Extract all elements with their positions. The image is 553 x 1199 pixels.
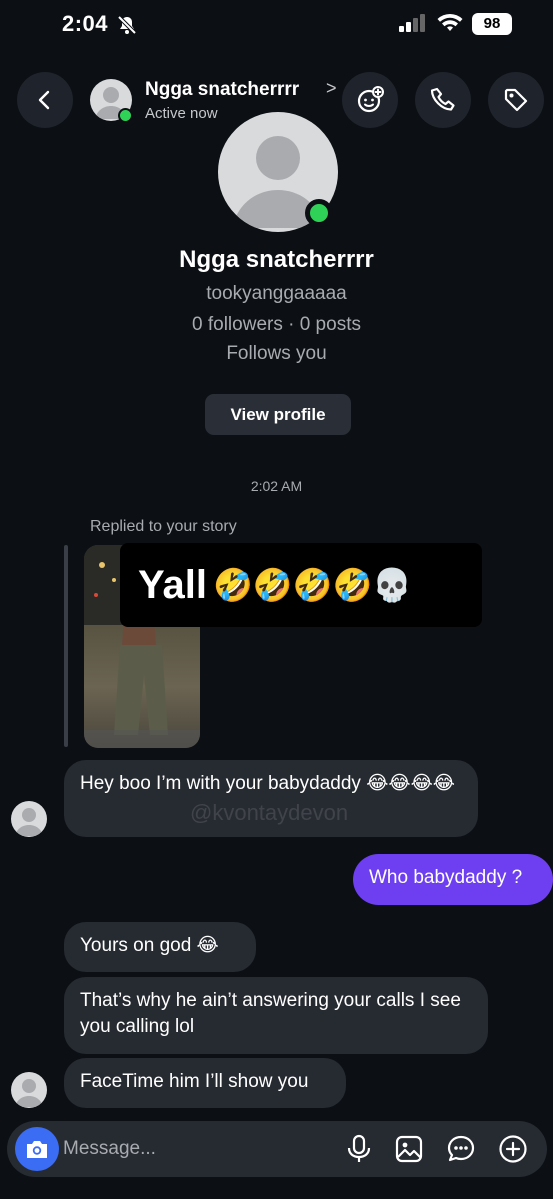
profile-name: Ngga snatcherrrr [179, 246, 374, 273]
gallery-icon[interactable] [394, 1134, 424, 1164]
watermark: @kvontaydevon [190, 800, 349, 825]
status-bar: 2:04 98 [0, 0, 553, 52]
effects-icon [357, 86, 384, 113]
chevron-right-icon[interactable]: > [326, 78, 337, 99]
message-bubble-outgoing[interactable]: Who babydaddy ? [353, 854, 553, 905]
profile-username: tookyanggaaaaa [206, 283, 347, 304]
message-bubble-incoming[interactable]: That’s why he ain’t answering your calls… [64, 977, 488, 1054]
bell-slash-icon [117, 15, 137, 40]
status-time: 2:04 [62, 11, 109, 36]
profile-stats: 0 followers · 0 posts [192, 314, 361, 335]
message-bubble-incoming[interactable]: FaceTime him I’ll show you [64, 1058, 346, 1108]
camera-icon [27, 1141, 47, 1158]
message-composer [7, 1121, 547, 1177]
story-caption-emoji: 🤣🤣🤣🤣💀 [212, 567, 413, 603]
message-bubble-incoming[interactable]: Yours on god 😂 [64, 922, 256, 972]
online-dot [118, 108, 133, 123]
battery-indicator: 98 [472, 13, 512, 35]
call-button[interactable] [415, 72, 471, 128]
active-status: Active now [145, 105, 218, 122]
reply-indicator-bar [64, 545, 68, 747]
phone-icon [430, 87, 455, 111]
back-icon [38, 90, 50, 110]
header-name[interactable]: Ngga snatcherrrr [145, 79, 299, 101]
sender-avatar[interactable] [11, 801, 47, 837]
message-input[interactable] [63, 1135, 323, 1163]
story-caption-text: Yall [138, 562, 207, 607]
sticker-icon[interactable] [446, 1134, 476, 1164]
wifi-icon [437, 13, 463, 38]
back-button[interactable] [17, 72, 73, 128]
message-timestamp: 2:02 AM [250, 478, 303, 494]
tag-icon [504, 88, 528, 112]
plus-icon[interactable] [498, 1134, 528, 1164]
effects-button[interactable] [342, 72, 398, 128]
camera-button[interactable] [15, 1127, 59, 1171]
view-profile-button[interactable]: View profile [205, 394, 351, 435]
follows-you-label: Follows you [226, 343, 327, 364]
story-caption: Yall 🤣🤣🤣🤣💀 [120, 543, 482, 627]
story-reply-label: Replied to your story [90, 518, 237, 535]
microphone-icon[interactable] [344, 1134, 374, 1164]
sender-avatar[interactable] [11, 1072, 47, 1108]
signal-icon [399, 14, 427, 37]
tag-button[interactable] [488, 72, 544, 128]
online-dot-large [305, 199, 333, 227]
